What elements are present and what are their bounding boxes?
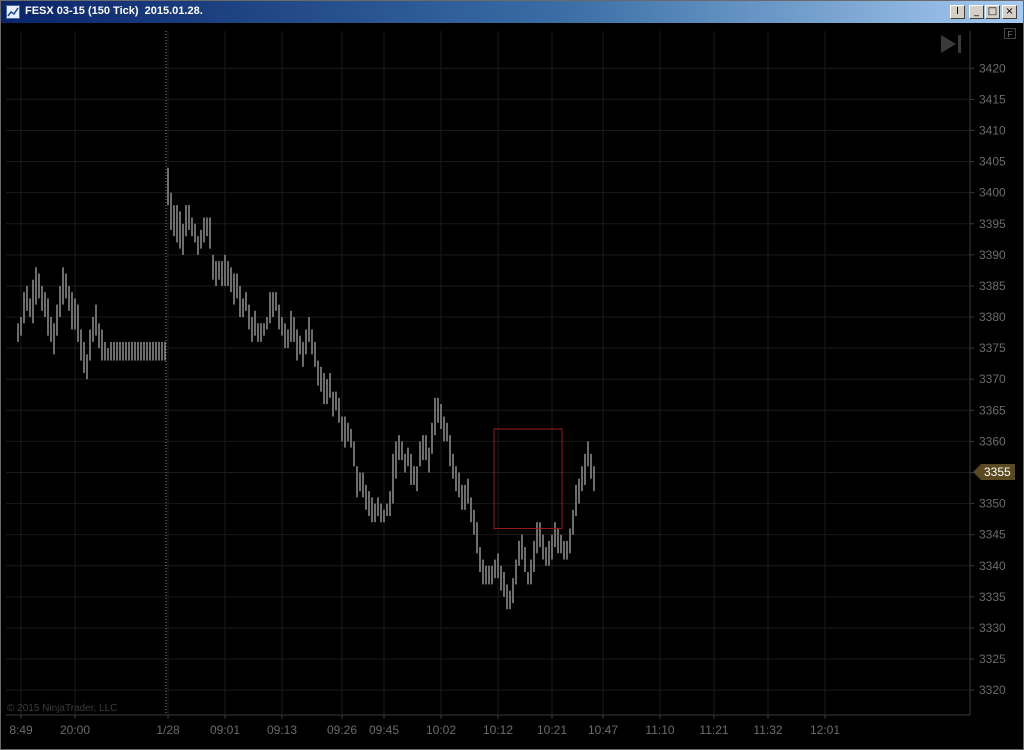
y-tick-label: 3360 — [979, 434, 1006, 448]
y-tick-label: 3415 — [979, 92, 1006, 106]
y-tick-label: 3370 — [979, 372, 1006, 386]
y-tick-label: 3350 — [979, 497, 1006, 511]
maximize-button[interactable]: □ — [985, 5, 1000, 19]
window-title: FESX 03-15 (150 Tick) 2015.01.28. — [25, 5, 203, 17]
y-tick-label: 3400 — [979, 186, 1006, 200]
f-button[interactable]: F — [1004, 28, 1016, 39]
y-tick-label: 3380 — [979, 310, 1006, 324]
x-tick-label: 10:47 — [588, 723, 618, 737]
chart-icon[interactable] — [6, 5, 20, 19]
x-tick-label: 09:01 — [210, 723, 240, 737]
y-tick-label: 3330 — [979, 621, 1006, 635]
x-tick-label: 09:45 — [369, 723, 399, 737]
x-tick-label: 11:21 — [699, 723, 728, 737]
y-tick-label: 3365 — [979, 403, 1006, 417]
y-tick-label: 3395 — [979, 217, 1006, 231]
x-tick-label: 11:10 — [645, 723, 674, 737]
x-tick-label: 12:01 — [810, 723, 840, 737]
go-to-end-icon[interactable] — [941, 34, 963, 54]
y-tick-label: 3320 — [979, 683, 1006, 697]
y-tick-label: 3410 — [979, 123, 1006, 137]
close-button[interactable]: × — [1002, 5, 1017, 19]
y-tick-label: 3325 — [979, 652, 1006, 666]
x-tick-label: 09:26 — [327, 723, 357, 737]
last-price-label: 3355 — [984, 465, 1011, 480]
chart-panel[interactable]: 3320 3325 3330 3335 3340 3345 3350 3355 3360 3365… — [1, 23, 1023, 749]
x-tick-label: 10:21 — [537, 723, 567, 737]
y-tick-label: 3405 — [979, 155, 1006, 169]
copyright-text: © 2015 NinjaTrader, LLC — [7, 703, 118, 714]
y-tick-label: 3340 — [979, 559, 1006, 573]
minimize-button[interactable]: _ — [969, 5, 984, 19]
x-tick-label: 11:32 — [753, 723, 782, 737]
title-bar[interactable]: FESX 03-15 (150 Tick) 2015.01.28. I _ □ … — [1, 1, 1023, 23]
y-tick-label: 3335 — [979, 590, 1006, 604]
x-tick-label: 1/28 — [156, 723, 180, 737]
y-tick-label: 3375 — [979, 341, 1006, 355]
pin-button[interactable]: I — [950, 5, 965, 19]
y-tick-label: 3345 — [979, 528, 1006, 542]
chart-window: FESX 03-15 (150 Tick) 2015.01.28. I _ □ … — [0, 0, 1024, 750]
last-price-tag: 3355 — [973, 464, 1015, 481]
y-tick-label: 3420 — [979, 61, 1006, 75]
price-chart[interactable]: 3320 3325 3330 3335 3340 3345 3350 3355 3360 3365… — [1, 23, 1023, 749]
x-tick-label: 10:12 — [483, 723, 513, 737]
x-tick-label: 8:49 — [9, 723, 33, 737]
x-tick-label: 20:00 — [60, 723, 90, 737]
x-tick-label: 09:13 — [267, 723, 297, 737]
y-tick-label: 3390 — [979, 248, 1006, 262]
x-tick-label: 10:02 — [426, 723, 456, 737]
y-tick-label: 3385 — [979, 279, 1006, 293]
